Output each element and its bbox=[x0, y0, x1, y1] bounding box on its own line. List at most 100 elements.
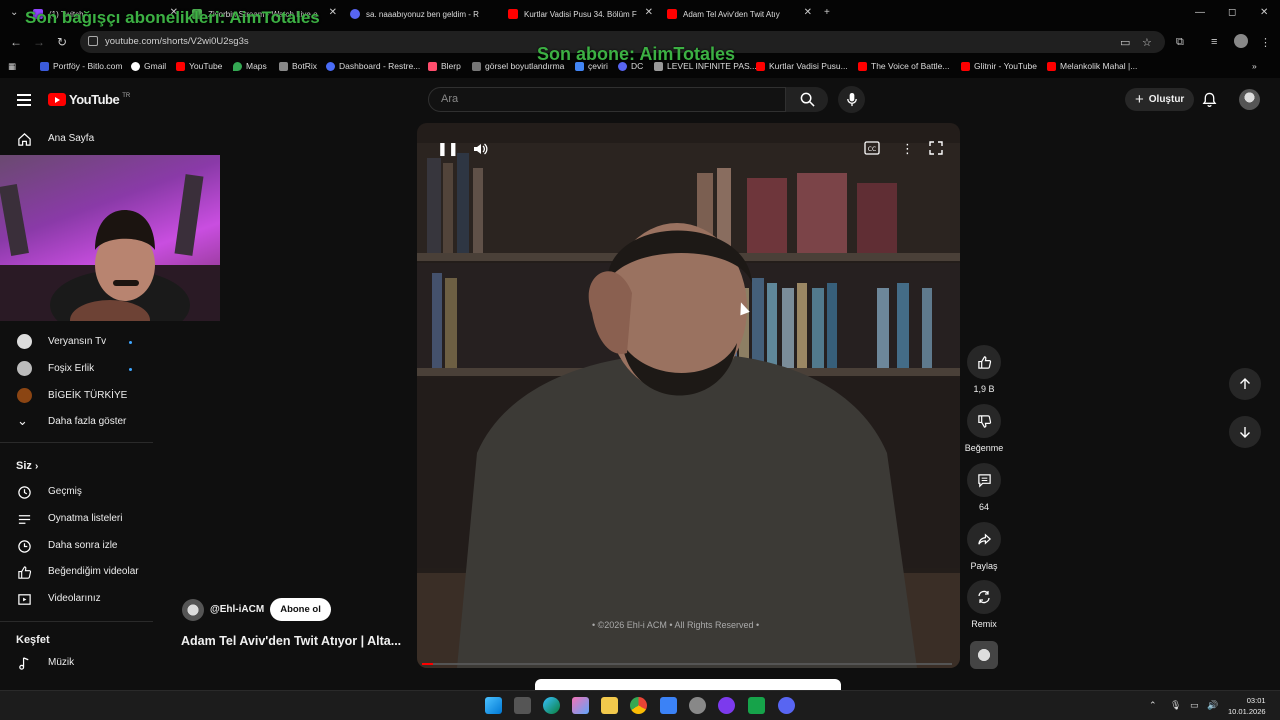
pause-icon[interactable]: ❚❚ bbox=[437, 141, 459, 157]
restore-icon[interactable]: ◻ bbox=[1228, 7, 1236, 18]
task-view-icon[interactable] bbox=[514, 697, 531, 714]
share-button[interactable]: Paylaş bbox=[958, 522, 1010, 571]
fullscreen-icon[interactable] bbox=[929, 141, 943, 155]
search-button[interactable] bbox=[786, 87, 828, 112]
app-icon[interactable] bbox=[748, 697, 765, 714]
tab-title: Adam Tel Aviv'den Twit Atıy bbox=[683, 9, 780, 19]
bookmark[interactable]: Melankolik Mahal |... bbox=[1047, 61, 1137, 71]
system-clock[interactable]: 03:01 10.01.2026 bbox=[1228, 695, 1266, 717]
more-options-icon[interactable]: ⋮ bbox=[901, 141, 914, 157]
sidebar-item-liked-videos[interactable]: Beğendiğim videolar bbox=[0, 559, 160, 585]
obs-icon[interactable] bbox=[718, 697, 735, 714]
google-icon bbox=[131, 61, 140, 71]
url-text[interactable]: youtube.com/shorts/V2wi0U2sg3s bbox=[105, 36, 249, 47]
apps-grid-icon[interactable]: ▦ bbox=[8, 61, 16, 72]
sidebar-item-history[interactable]: Geçmiş bbox=[0, 479, 160, 505]
next-short-button[interactable] bbox=[1229, 416, 1261, 448]
extensions-icon[interactable]: ⧉ bbox=[1176, 36, 1184, 49]
voice-search-button[interactable] bbox=[838, 86, 865, 113]
minimize-icon[interactable]: — bbox=[1195, 7, 1205, 18]
sidebar-show-more[interactable]: ⌄ Daha fazla göster bbox=[0, 409, 160, 435]
back-icon[interactable]: ← bbox=[10, 35, 22, 49]
close-tab-icon[interactable]: ✕ bbox=[804, 7, 812, 18]
tab-search-icon[interactable]: ⌄ bbox=[10, 7, 18, 18]
comment-count: 64 bbox=[978, 502, 989, 512]
browser-tab-active[interactable]: Adam Tel Aviv'den Twit Atıy ✕ bbox=[667, 5, 812, 23]
thumbs-up-icon bbox=[18, 566, 32, 579]
resize-icon bbox=[472, 61, 481, 71]
menu-kebab-icon[interactable]: ⋮ bbox=[1260, 36, 1271, 49]
sidebar-you-heading[interactable]: Siz › bbox=[16, 460, 38, 472]
video-progress-bar[interactable] bbox=[422, 663, 952, 665]
volume-icon[interactable] bbox=[472, 141, 488, 157]
app-icon[interactable] bbox=[660, 697, 677, 714]
site-info-icon[interactable] bbox=[88, 36, 98, 46]
bookmark[interactable]: Maps bbox=[233, 61, 267, 71]
windows-start-icon[interactable] bbox=[485, 697, 502, 714]
sidebar-item-your-videos[interactable]: Videolarınız bbox=[0, 586, 160, 612]
bookmark[interactable]: Dashboard - Restre... bbox=[326, 61, 420, 71]
bookmark[interactable]: Kurtlar Vadisi Pusu... bbox=[756, 61, 848, 71]
close-tab-icon[interactable]: ✕ bbox=[645, 7, 653, 18]
channel-name[interactable]: @Ehl-iACM bbox=[210, 604, 264, 615]
subscribe-button[interactable]: Abone ol bbox=[270, 598, 331, 621]
tray-overflow-icon[interactable]: ⌃ bbox=[1149, 700, 1157, 711]
tab-title: sa. naaabıyonuz ben geldim - R bbox=[366, 9, 479, 19]
captions-icon[interactable]: CC bbox=[864, 141, 880, 155]
network-icon[interactable]: ▭ bbox=[1190, 700, 1199, 711]
forward-icon[interactable]: → bbox=[33, 35, 45, 49]
volume-tray-icon[interactable]: 🔊 bbox=[1207, 700, 1218, 711]
bookmark[interactable]: Portföy - Bitlo.com bbox=[40, 61, 122, 71]
install-app-icon[interactable]: ▭ bbox=[1120, 36, 1130, 49]
comments-button[interactable]: 64 bbox=[958, 463, 1010, 512]
notifications-bell-icon[interactable] bbox=[1202, 92, 1217, 108]
more-bookmarks-icon[interactable]: » bbox=[1252, 61, 1257, 71]
bookmark[interactable]: Gmail bbox=[131, 61, 166, 71]
browser-tab[interactable]: sa. naaabıyonuz ben geldim - R bbox=[350, 5, 495, 23]
dislike-button[interactable]: Beğenme bbox=[958, 404, 1010, 453]
bookmark-star-icon[interactable]: ☆ bbox=[1142, 36, 1152, 49]
previous-short-button[interactable] bbox=[1229, 368, 1261, 400]
create-button[interactable]: + Oluştur bbox=[1125, 88, 1195, 111]
webcam-overlay bbox=[0, 155, 220, 321]
chrome-icon[interactable] bbox=[630, 697, 647, 714]
new-content-dot bbox=[129, 341, 132, 344]
new-tab-icon[interactable]: + bbox=[824, 7, 830, 18]
sidebar-item-subscription[interactable]: Foşix Erlik bbox=[0, 356, 160, 382]
sidebar-item-home[interactable]: Ana Sayfa bbox=[0, 126, 160, 152]
sidebar-item-playlists[interactable]: Oynatma listeleri bbox=[0, 506, 160, 532]
youtube-icon bbox=[508, 9, 518, 19]
discord-icon[interactable] bbox=[778, 697, 795, 714]
webcam-image bbox=[0, 174, 220, 321]
edge-icon[interactable] bbox=[543, 697, 560, 714]
settings-icon[interactable] bbox=[689, 697, 706, 714]
channel-avatar[interactable] bbox=[182, 598, 204, 621]
sidebar-item-subscription[interactable]: Veryansın Tv bbox=[0, 329, 160, 355]
video-title[interactable]: Adam Tel Aviv'den Twit Atıyor | Alta... bbox=[181, 634, 411, 648]
browser-tab[interactable]: Kurtlar Vadisi Pusu 34. Bölüm F ✕ bbox=[508, 5, 653, 23]
youtube-logo[interactable]: YouTube TR bbox=[48, 92, 130, 107]
bookmark[interactable]: BotRix bbox=[279, 61, 317, 71]
copilot-icon[interactable] bbox=[572, 697, 589, 714]
menu-icon[interactable] bbox=[17, 94, 31, 106]
bookmark[interactable]: The Voice of Battle... bbox=[858, 61, 949, 71]
bookmark[interactable]: Glitnir - YouTube bbox=[961, 61, 1037, 71]
sidebar-item-music[interactable]: Müzik bbox=[0, 650, 160, 676]
account-avatar[interactable] bbox=[1239, 89, 1260, 110]
audio-source-avatar[interactable] bbox=[970, 641, 998, 669]
close-tab-icon[interactable]: ✕ bbox=[329, 7, 337, 18]
sidebar-item-watch-later[interactable]: Daha sonra izle bbox=[0, 533, 160, 559]
profile-avatar[interactable] bbox=[1234, 34, 1248, 48]
like-button[interactable]: 1,9 B bbox=[958, 345, 1010, 394]
close-window-icon[interactable]: ✕ bbox=[1260, 7, 1268, 18]
bookmark[interactable]: Blerp bbox=[428, 61, 461, 71]
remix-button[interactable]: Remix bbox=[958, 580, 1010, 629]
microphone-tray-icon[interactable]: 🎙 bbox=[1170, 700, 1181, 711]
shorts-video-player[interactable]: ❚❚ CC ⋮ • ©2026 Ehl-i ACM • All Rights R… bbox=[417, 123, 960, 668]
file-explorer-icon[interactable] bbox=[601, 697, 618, 714]
reload-icon[interactable]: ↻ bbox=[57, 35, 67, 49]
sidebar-item-subscription[interactable]: BİGEİK TÜRKİYE bbox=[0, 383, 160, 409]
search-input[interactable] bbox=[429, 88, 785, 110]
bookmark[interactable]: YouTube bbox=[176, 61, 222, 71]
media-controls-icon[interactable]: ≡ bbox=[1211, 36, 1217, 48]
